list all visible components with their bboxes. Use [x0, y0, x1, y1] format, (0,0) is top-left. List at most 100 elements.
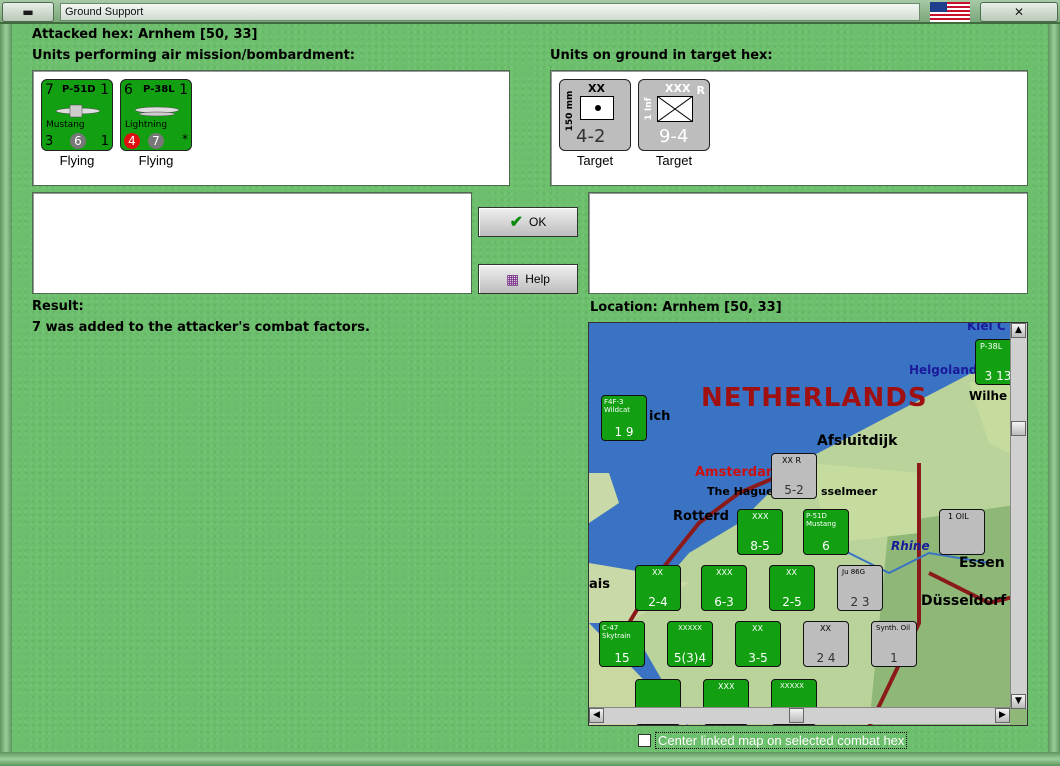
- map-counter[interactable]: XX R 5-2: [771, 453, 817, 499]
- map-vertical-scrollbar[interactable]: ▲ ▼: [1010, 323, 1027, 709]
- defender-unit-infantry[interactable]: XXX R 1 Inf 9-4: [638, 79, 710, 151]
- counter-strength: 3-5: [748, 651, 768, 665]
- counter-strength: 6: [822, 539, 830, 553]
- help-button[interactable]: ▦ Help: [478, 264, 578, 294]
- defender-status: Target: [655, 153, 693, 168]
- scroll-up-icon[interactable]: ▲: [1011, 323, 1026, 338]
- scroll-right-icon[interactable]: ▶: [995, 708, 1010, 723]
- counter-strength: 5-2: [784, 483, 804, 497]
- left-frame: [0, 24, 12, 760]
- help-button-label: Help: [525, 272, 550, 286]
- map-counter[interactable]: P-51D Mustang 6: [803, 509, 849, 555]
- unit-top-left: 7: [45, 82, 54, 98]
- map-counter[interactable]: Ju 86G 2 3: [837, 565, 883, 611]
- attacker-details-panel: [32, 192, 472, 294]
- checkmark-icon: ✔: [509, 214, 524, 231]
- defenders-panel: XX 150 mm 4-2 Target XXX R 1 Inf 9-4 Tar…: [550, 70, 1028, 186]
- map-place-afsluitdijk: Afsluitdijk: [817, 433, 898, 449]
- counter-strength: 1 9: [614, 425, 634, 439]
- unit-bottom-mid: 7: [148, 133, 164, 149]
- center-map-checkbox[interactable]: [638, 733, 651, 747]
- map-counter[interactable]: 1 OIL: [939, 509, 985, 555]
- counter-strength: 1: [890, 651, 898, 665]
- unit-strength: 9-4: [659, 126, 689, 147]
- system-menu-button[interactable]: ▬: [2, 2, 54, 22]
- counter-label: XXXXX: [678, 624, 702, 632]
- map-counter[interactable]: Synth. Oil 1: [871, 621, 917, 667]
- attacker-status: Flying: [59, 153, 95, 168]
- map-place-kiel: Kiel C: [967, 322, 1006, 333]
- counter-label: XX R: [782, 456, 802, 465]
- counter-label: XXX: [718, 682, 735, 691]
- counter-strength: 6-3: [714, 595, 734, 609]
- unit-bottom-right: 1: [100, 134, 109, 149]
- unit-corner: R: [696, 84, 705, 97]
- scroll-left-icon[interactable]: ◀: [589, 708, 604, 723]
- attackers-panel: 7 P-51D 1 Mustang 3 6 1 Flying 6 P-38L 1…: [32, 70, 510, 186]
- unit-bottom-right: *: [182, 132, 188, 146]
- unit-type: P-51D: [62, 84, 96, 95]
- map-place-wilhe: Wilhe: [969, 389, 1008, 403]
- bottom-frame: [0, 752, 1060, 766]
- center-map-option[interactable]: Center linked map on selected combat hex: [638, 731, 908, 749]
- unit-bottom-left: 3: [45, 134, 54, 149]
- defender-unit-artillery[interactable]: XX 150 mm 4-2: [559, 79, 631, 151]
- unit-side-text: 150 mm: [565, 90, 575, 132]
- map-place-essen: Essen: [959, 555, 1005, 571]
- map-country-label: NETHERLANDS: [701, 383, 928, 413]
- window-title: Ground Support: [60, 3, 920, 21]
- unit-size: XXX: [665, 82, 691, 95]
- scroll-down-icon[interactable]: ▼: [1011, 694, 1026, 709]
- attacker-unit-p51d[interactable]: 7 P-51D 1 Mustang 3 6 1: [41, 79, 113, 151]
- unit-type: P-38L: [143, 84, 175, 95]
- unit-top-right: 1: [100, 82, 109, 98]
- map-place-ijsselmeer: sselmeer: [821, 485, 878, 498]
- counter-strength: 5(3)4: [673, 651, 707, 665]
- map-horizontal-scrollbar[interactable]: ◀ ▶: [589, 707, 1010, 724]
- map-counter[interactable]: XXX 6-3: [701, 565, 747, 611]
- attacker-unit-p38l[interactable]: 6 P-38L 1 Lightning 4 7 *: [120, 79, 192, 151]
- attacker-status: Flying: [138, 153, 174, 168]
- counter-strength: 2-4: [648, 595, 668, 609]
- result-label: Result:: [32, 299, 84, 314]
- counter-label: XXXXX: [780, 682, 804, 690]
- counter-strength: 15: [614, 651, 630, 665]
- map-counter[interactable]: F4F-3 Wildcat 1 9: [601, 395, 647, 441]
- map-counter[interactable]: XX 2-5: [769, 565, 815, 611]
- counter-label: Ju 86G: [842, 568, 866, 576]
- counter-strength: 2 4: [816, 651, 836, 665]
- result-message: 7 was added to the attacker's combat fac…: [32, 320, 370, 335]
- unit-size: XX: [588, 82, 605, 95]
- center-map-label[interactable]: Center linked map on selected combat hex: [655, 731, 908, 749]
- map-counter[interactable]: C-47 Skytrain 15: [599, 621, 645, 667]
- horizontal-scroll-thumb[interactable]: [789, 708, 804, 723]
- vertical-scroll-thumb[interactable]: [1011, 421, 1026, 436]
- map-place-rotterdam: Rotterd: [673, 509, 729, 524]
- linked-map[interactable]: Kiel C Helgoland Wilhe NETHERLANDS Afslu…: [588, 322, 1028, 726]
- ok-button[interactable]: ✔ OK: [478, 207, 578, 237]
- counter-strength: 2-5: [782, 595, 802, 609]
- close-icon: ✕: [1013, 5, 1025, 19]
- counter-label: XX: [786, 568, 797, 577]
- map-counter[interactable]: XX 2-4: [635, 565, 681, 611]
- location-label: Location: Arnhem [50, 33]: [590, 300, 782, 315]
- unit-bottom-left: 4: [124, 133, 140, 149]
- map-counter[interactable]: XXX 8-5: [737, 509, 783, 555]
- map-counter[interactable]: XX 2 4: [803, 621, 849, 667]
- counter-label: 1 OIL: [948, 512, 969, 521]
- counter-label: P-38L: [980, 342, 1003, 351]
- title-bar: ▬ Ground Support ✕: [0, 0, 1060, 24]
- ok-button-label: OK: [529, 215, 547, 229]
- unit-name: Mustang: [46, 120, 85, 130]
- attacked-hex-label: Attacked hex: Arnhem [50, 33]: [32, 27, 258, 42]
- map-counter[interactable]: XX 3-5: [735, 621, 781, 667]
- aircraft-icon: [134, 106, 180, 117]
- defenders-label: Units on ground in target hex:: [550, 48, 773, 63]
- close-button[interactable]: ✕: [980, 2, 1058, 22]
- counter-label: F4F-3 Wildcat: [604, 398, 630, 414]
- us-flag-icon: [930, 2, 970, 22]
- map-counter[interactable]: XXXXX 5(3)4: [667, 621, 713, 667]
- map-place-helgoland: Helgoland: [909, 363, 978, 377]
- map-place-hague: The Hague: [707, 485, 774, 498]
- counter-label: Synth. Oil: [876, 624, 911, 632]
